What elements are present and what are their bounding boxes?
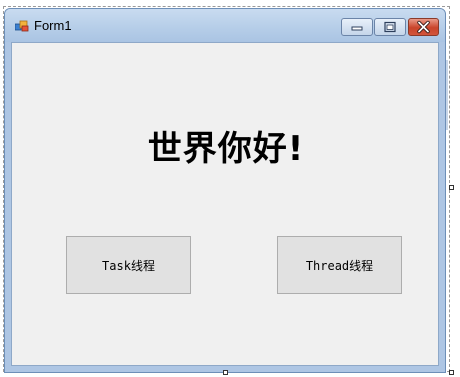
resize-handle-bottom[interactable] bbox=[223, 370, 228, 375]
form-window[interactable]: Form1 世界你好! Task线程 Thread线程 bbox=[4, 8, 446, 373]
maximize-button[interactable] bbox=[374, 18, 406, 36]
maximize-icon bbox=[384, 21, 396, 33]
resize-handle-corner[interactable] bbox=[449, 370, 454, 375]
form-app-icon bbox=[15, 20, 29, 32]
resize-handle-right[interactable] bbox=[449, 185, 454, 190]
thread-thread-button[interactable]: Thread线程 bbox=[277, 236, 402, 294]
minimize-button[interactable] bbox=[341, 18, 373, 36]
title-bar[interactable]: Form1 bbox=[5, 9, 445, 42]
window-title: Form1 bbox=[34, 18, 72, 33]
designer-surface: Form1 世界你好! Task线程 Thread线程 bbox=[0, 0, 460, 377]
minimize-icon bbox=[351, 26, 363, 31]
task-thread-button[interactable]: Task线程 bbox=[66, 236, 191, 294]
window-edge-highlight bbox=[446, 60, 448, 130]
hello-world-label: 世界你好! bbox=[147, 129, 305, 169]
close-button[interactable] bbox=[408, 18, 439, 36]
close-icon bbox=[417, 20, 430, 34]
form-client-area: 世界你好! Task线程 Thread线程 bbox=[11, 42, 439, 366]
